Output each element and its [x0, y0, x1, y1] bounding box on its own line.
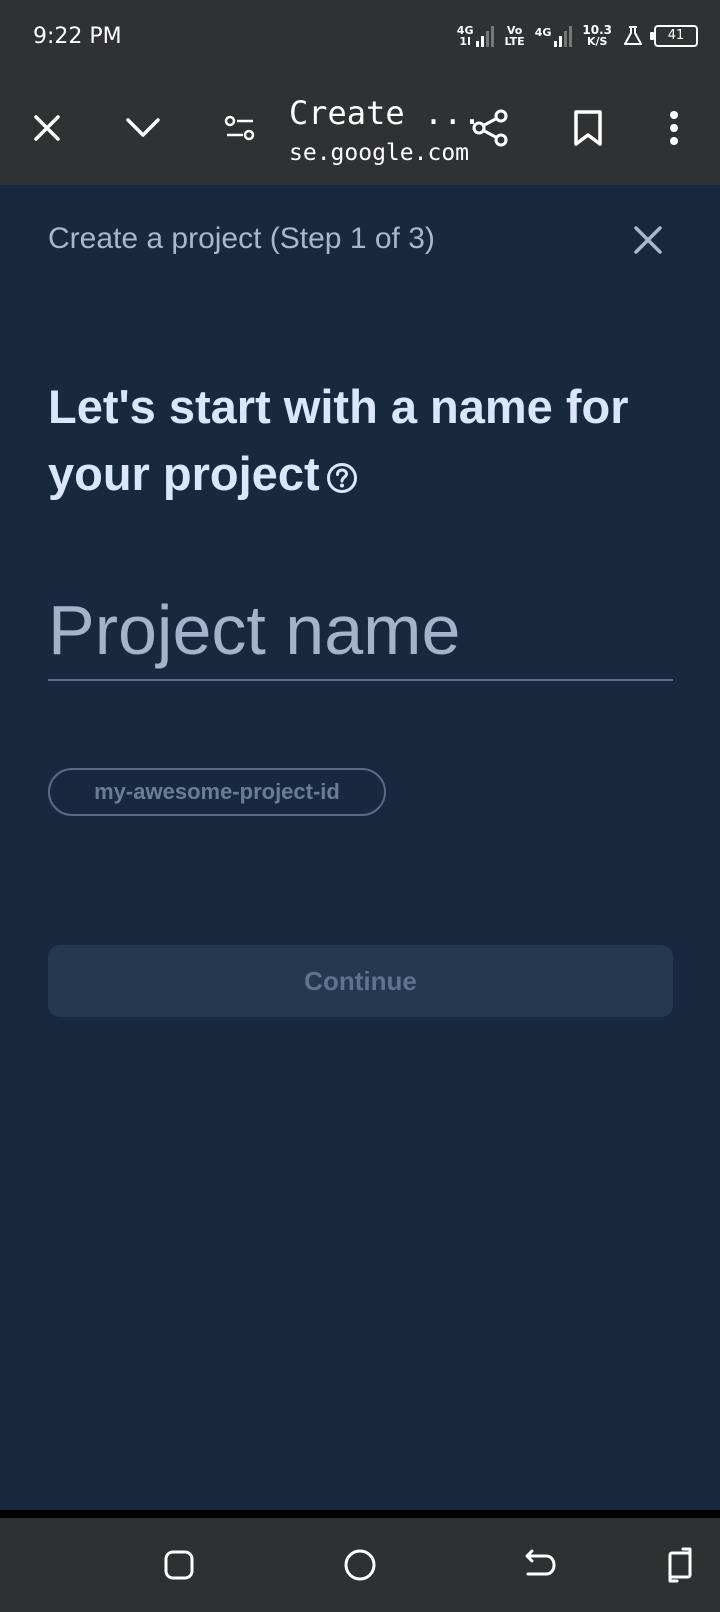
- create-project-dialog: Create a project (Step 1 of 3) Let's sta…: [0, 185, 720, 1510]
- network-speed-unit: K/S: [586, 35, 608, 48]
- sim2-signal: 4G: [535, 25, 573, 47]
- page-info-icon[interactable]: [218, 106, 262, 150]
- network-speed: 10.3 K/S: [582, 24, 612, 48]
- close-icon[interactable]: [25, 106, 69, 150]
- status-time: 9:22 PM: [33, 24, 122, 49]
- help-icon[interactable]: [326, 444, 358, 511]
- dialog-close-icon[interactable]: [628, 220, 668, 260]
- dialog-title: Create a project (Step 1 of 3): [48, 222, 435, 255]
- signal-icon: [476, 25, 495, 47]
- share-icon[interactable]: [468, 106, 512, 150]
- continue-button[interactable]: Continue: [48, 945, 673, 1017]
- home-icon[interactable]: [339, 1544, 381, 1586]
- chevron-down-icon[interactable]: [121, 106, 165, 150]
- sim1-activity-label: 1l: [459, 35, 471, 48]
- divider: [0, 1510, 720, 1518]
- battery-icon: 41: [650, 25, 698, 47]
- status-icons: 4G 1l Vo LTE 4G 10.3 K/S 41: [457, 20, 698, 52]
- status-bar: 9:22 PM 4G 1l Vo LTE 4G 10.3 K/S 41: [0, 0, 720, 72]
- project-id-chip[interactable]: my-awesome-project-id: [48, 768, 386, 816]
- sim1-signal: 4G 1l: [457, 25, 495, 47]
- page-url[interactable]: se.google.com: [289, 140, 469, 166]
- volte-label-bottom: LTE: [504, 35, 525, 48]
- system-nav-bar: [0, 1518, 720, 1612]
- page-heading: Let's start with a name for your project: [48, 373, 648, 511]
- browser-toolbar: Create ... se.google.com: [0, 72, 720, 185]
- page-title[interactable]: Create ...: [289, 94, 482, 132]
- more-vert-icon[interactable]: [652, 106, 696, 150]
- back-icon[interactable]: [519, 1544, 561, 1586]
- volte-indicator: Vo LTE: [504, 25, 524, 47]
- project-name-input[interactable]: [48, 581, 673, 681]
- bookmark-icon[interactable]: [566, 106, 610, 150]
- sim2-network-label: 4G: [534, 26, 552, 39]
- flask-icon: [624, 26, 642, 45]
- rotate-icon[interactable]: [659, 1544, 701, 1586]
- signal-icon: [554, 25, 573, 47]
- recents-icon[interactable]: [158, 1544, 200, 1586]
